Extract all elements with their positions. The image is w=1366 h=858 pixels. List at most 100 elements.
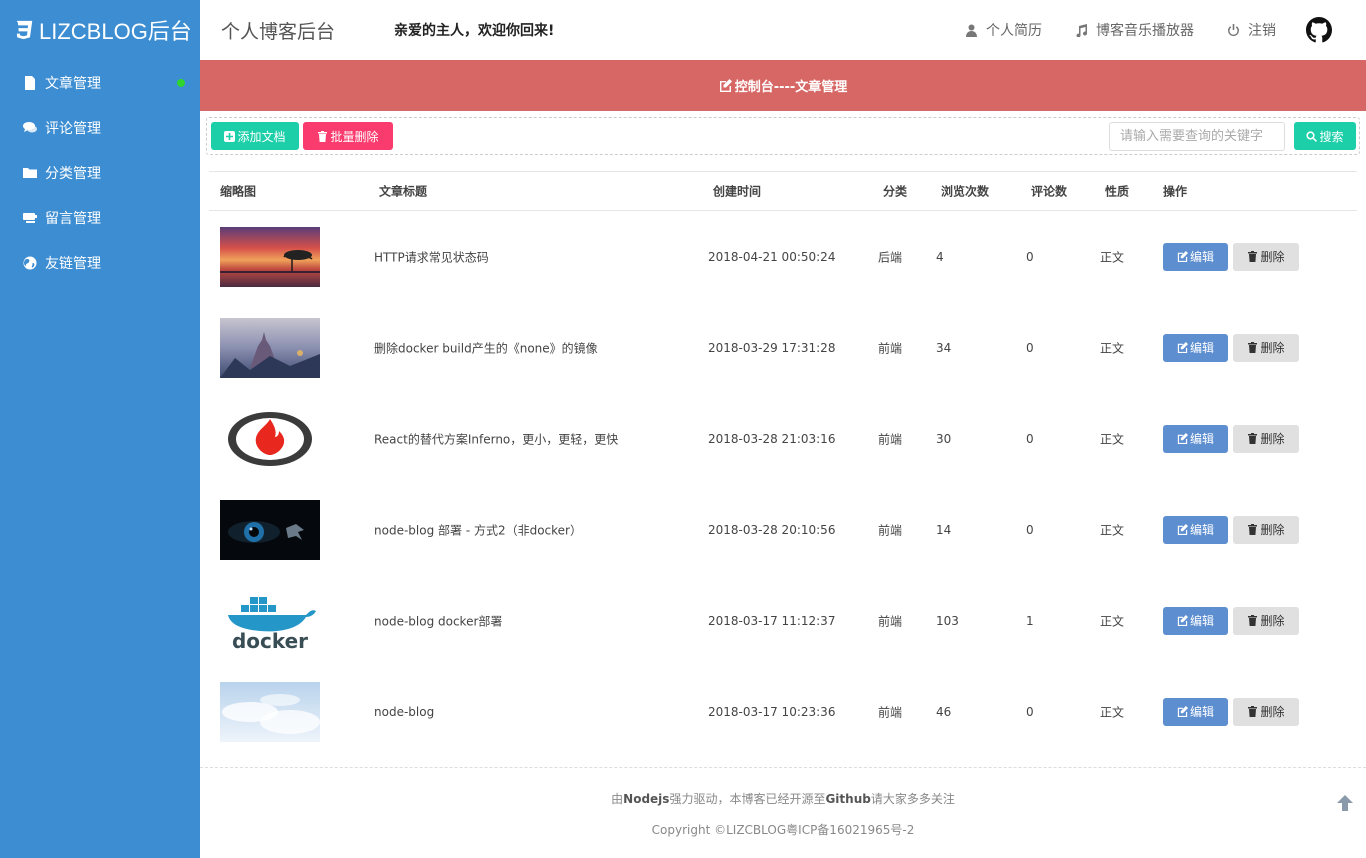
table-row: React的替代方案Inferno，更小，更轻，更快 2018-03-28 21… [209, 393, 1357, 484]
delete-button[interactable]: 删除 [1233, 424, 1299, 453]
article-title[interactable]: 删除docker build产生的《none》的镜像 [374, 339, 598, 356]
article-type: 正文 [1100, 705, 1125, 719]
logout-link[interactable]: 注销 [1227, 20, 1276, 40]
inferno-logo-thumbnail[interactable] [220, 408, 320, 469]
view-count: 30 [936, 431, 952, 446]
view-count: 34 [936, 340, 952, 355]
footer-powered-by: 由Nodejs强力驱动，本博客已经开源至Github请大家多多关注 [200, 790, 1366, 807]
delete-label: 删除 [1260, 250, 1285, 264]
brand[interactable]: LIZCBLOG后台 [0, 0, 200, 60]
message-icon [23, 212, 37, 223]
batch-delete-button[interactable]: 批量删除 [303, 122, 393, 150]
brand-text: LIZCBLOG后台 [39, 19, 192, 44]
edit-button[interactable]: 编辑 [1163, 333, 1228, 362]
sunset-lake-thumbnail[interactable] [220, 226, 320, 287]
edit-icon [1177, 433, 1188, 444]
sidebar-item-links[interactable]: 友链管理 [0, 240, 200, 285]
search-icon [1306, 130, 1318, 142]
sidebar-item-messages[interactable]: 留言管理 [0, 195, 200, 240]
edit-label: 编辑 [1189, 250, 1214, 264]
github-icon[interactable] [1306, 17, 1332, 43]
active-indicator-dot [177, 78, 185, 87]
edit-icon [1177, 524, 1188, 535]
header-views: 浏览次数 [941, 184, 990, 199]
trash-icon [1248, 615, 1258, 626]
comment-count: 0 [1026, 704, 1034, 719]
created-time: 2018-03-28 20:10:56 [708, 522, 836, 537]
back-to-top-icon[interactable] [1336, 794, 1354, 812]
article-title[interactable]: node-blog docker部署 [374, 612, 502, 629]
edit-button[interactable]: 编辑 [1163, 606, 1228, 635]
logout-label: 注销 [1248, 23, 1276, 39]
delete-button[interactable]: 删除 [1233, 242, 1299, 271]
category: 前端 [878, 341, 903, 355]
header-title: 文章标题 [379, 184, 428, 199]
console-banner: 控制台----文章管理 [200, 60, 1366, 111]
sidebar-item-label: 评论管理 [45, 120, 101, 137]
edit-button[interactable]: 编辑 [1163, 697, 1228, 726]
globe-icon [23, 256, 37, 269]
sidebar-item-categories[interactable]: 分类管理 [0, 150, 200, 195]
category: 前端 [878, 705, 903, 719]
delete-label: 删除 [1260, 705, 1285, 719]
table-row: node-blog 部署 - 方式2（非docker） 2018-03-28 2… [209, 484, 1357, 575]
sidebar-item-label: 分类管理 [45, 165, 101, 182]
sidebar-item-label: 留言管理 [45, 210, 101, 227]
nodejs-link[interactable]: Nodejs [623, 792, 669, 806]
batch-delete-label: 批量删除 [330, 129, 379, 144]
edit-button[interactable]: 编辑 [1163, 424, 1228, 453]
article-title[interactable]: node-blog 部署 - 方式2（非docker） [374, 521, 582, 538]
table-row: node-blog 2018-03-17 10:23:36 前端 46 0 正文… [209, 666, 1357, 757]
search-button[interactable]: 搜索 [1294, 122, 1356, 150]
edit-label: 编辑 [1189, 341, 1214, 355]
header-actions: 操作 [1163, 184, 1188, 199]
music-player-link[interactable]: 博客音乐播放器 [1075, 20, 1194, 40]
view-count: 4 [936, 249, 944, 264]
comment-count: 0 [1026, 431, 1034, 446]
sidebar-item-articles[interactable]: 文章管理 [0, 60, 200, 105]
edit-icon [1177, 615, 1188, 626]
svg-text:docker: docker [232, 629, 308, 651]
eye-thumbnail[interactable] [220, 499, 320, 560]
footer-text: 强力驱动，本博客已经开源至 [669, 792, 826, 806]
edit-button[interactable]: 编辑 [1163, 515, 1228, 544]
toolbar: 添加文档 批量删除 搜索 [206, 117, 1360, 155]
edit-button[interactable]: 编辑 [1163, 242, 1228, 271]
trash-icon [1248, 251, 1258, 262]
trash-icon [1248, 706, 1258, 717]
github-link[interactable]: Github [825, 792, 870, 806]
fantasy-castle-thumbnail[interactable] [220, 317, 320, 378]
edit-label: 编辑 [1189, 705, 1214, 719]
table-row: 删除docker build产生的《none》的镜像 2018-03-29 17… [209, 302, 1357, 393]
created-time: 2018-03-17 10:23:36 [708, 704, 836, 719]
folder-icon [23, 167, 37, 178]
table-row: docker node-blog docker部署 2018-03-17 11:… [209, 575, 1357, 666]
delete-label: 删除 [1260, 341, 1285, 355]
clouds-thumbnail[interactable] [220, 681, 320, 742]
user-icon [966, 24, 977, 37]
comment-count: 0 [1026, 249, 1034, 264]
article-type: 正文 [1100, 523, 1125, 537]
sidebar-item-comments[interactable]: 评论管理 [0, 105, 200, 150]
delete-button[interactable]: 删除 [1233, 606, 1299, 635]
search-input[interactable] [1109, 122, 1285, 151]
comments-icon [23, 121, 37, 132]
category: 前端 [878, 614, 903, 628]
resume-link[interactable]: 个人简历 [965, 20, 1042, 40]
trash-icon [1248, 433, 1258, 444]
banner-text: 控制台----文章管理 [734, 80, 848, 95]
article-title[interactable]: React的替代方案Inferno，更小，更轻，更快 [374, 430, 618, 447]
docker-logo-thumbnail[interactable]: docker [220, 590, 320, 651]
delete-button[interactable]: 删除 [1233, 333, 1299, 362]
delete-button[interactable]: 删除 [1233, 697, 1299, 726]
view-count: 103 [936, 613, 959, 628]
edit-icon [1177, 342, 1188, 353]
view-count: 46 [936, 704, 952, 719]
delete-button[interactable]: 删除 [1233, 515, 1299, 544]
edit-label: 编辑 [1189, 523, 1214, 537]
file-icon [25, 75, 35, 90]
edit-label: 编辑 [1189, 614, 1214, 628]
add-document-button[interactable]: 添加文档 [211, 122, 299, 150]
article-title[interactable]: HTTP请求常见状态码 [374, 248, 489, 265]
article-title[interactable]: node-blog [374, 705, 434, 719]
